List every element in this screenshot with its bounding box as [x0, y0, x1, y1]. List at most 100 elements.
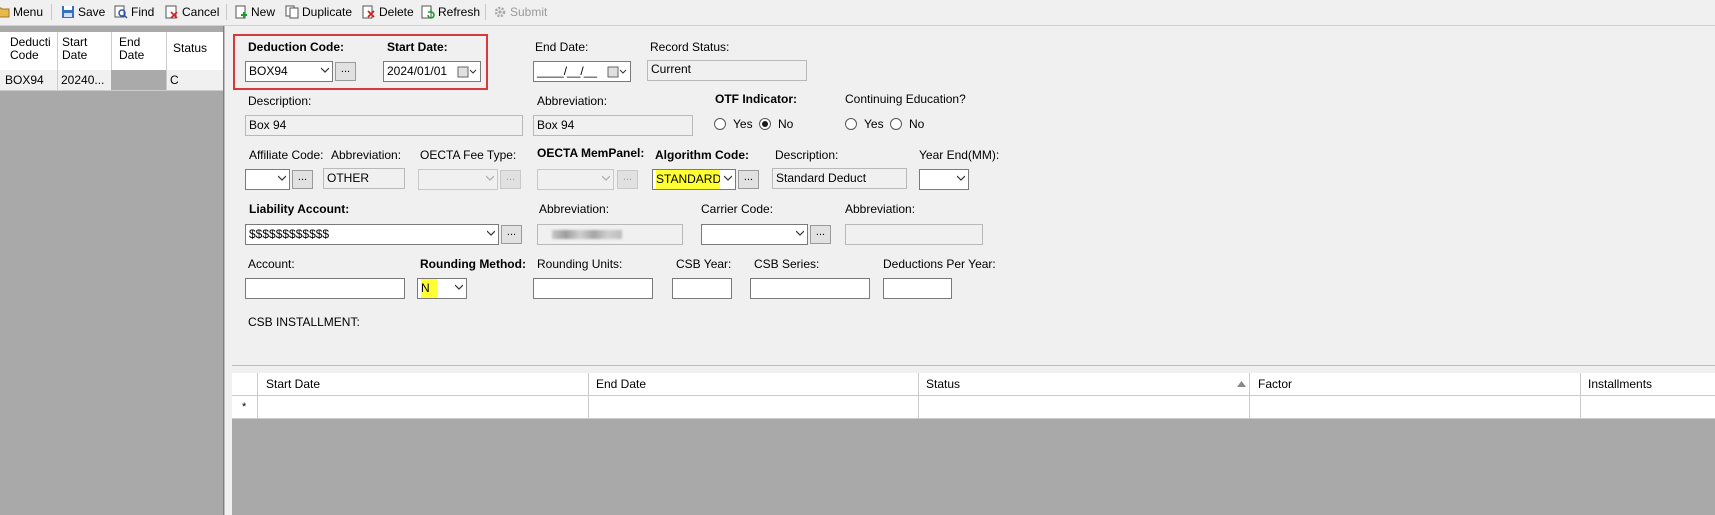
- column-divider: [166, 70, 167, 90]
- start-date-picker[interactable]: 2024/01/01: [383, 61, 481, 82]
- carrier-code-lookup-button[interactable]: ...: [810, 225, 831, 244]
- cell-status: C: [170, 73, 179, 87]
- folder-icon: [0, 7, 10, 18]
- deduction-code-select[interactable]: BOX94: [245, 61, 333, 82]
- toolbar: Menu Save Find Cancel New Duplicate Dele…: [0, 0, 1715, 26]
- otf-yes-label: Yes: [733, 117, 753, 131]
- algorithm-description-label: Description:: [775, 148, 839, 162]
- duplicate-button[interactable]: Duplicate: [285, 3, 352, 21]
- chevron-down-icon: [278, 175, 286, 181]
- description-label: Description:: [248, 94, 312, 108]
- new-button[interactable]: New: [234, 3, 275, 21]
- cell-start: 20240...: [61, 73, 105, 87]
- table-row[interactable]: BOX94 20240... C: [0, 70, 223, 91]
- column-divider: [257, 396, 258, 418]
- empty-cell: [111, 70, 167, 90]
- otf-no-radio[interactable]: [759, 118, 771, 130]
- rounding-method-select[interactable]: N: [417, 278, 467, 299]
- carrier-abbreviation-field: [845, 224, 983, 245]
- otf-yes-radio[interactable]: [714, 118, 726, 130]
- carrier-code-label: Carrier Code:: [701, 202, 774, 216]
- otf-indicator-label: OTF Indicator:: [715, 92, 797, 106]
- liability-abbreviation-label: Abbreviation:: [539, 202, 610, 216]
- liability-account-label: Liability Account:: [249, 202, 350, 216]
- algorithm-code-label: Algorithm Code:: [655, 148, 749, 162]
- csb-series-field[interactable]: [750, 278, 870, 299]
- deductions-per-year-field[interactable]: [883, 278, 952, 299]
- account-field[interactable]: [245, 278, 405, 299]
- col-header-deduction-code[interactable]: Deducti Code: [10, 36, 55, 62]
- affiliate-abbreviation-field: OTHER: [323, 168, 405, 189]
- liability-account-select[interactable]: $$$$$$$$$$$$: [245, 224, 499, 245]
- find-button[interactable]: Find: [114, 3, 154, 21]
- oecta-mempanel-label: OECTA MemPanel:: [537, 146, 645, 160]
- column-divider: [918, 373, 919, 395]
- oecta-fee-type-select[interactable]: [418, 169, 498, 190]
- col-header-factor[interactable]: Factor: [1258, 377, 1292, 391]
- deduction-code-lookup-button[interactable]: ...: [335, 62, 356, 81]
- liability-account-lookup-button[interactable]: ...: [501, 225, 522, 244]
- rounding-units-field[interactable]: [533, 278, 653, 299]
- abbreviation-field[interactable]: Box 94: [533, 115, 693, 136]
- new-row[interactable]: *: [232, 396, 1715, 419]
- col-header-start-date[interactable]: Start Date: [266, 377, 320, 391]
- delete-icon: [362, 5, 375, 19]
- toolbar-separator: [485, 4, 486, 20]
- oecta-fee-type-label: OECTA Fee Type:: [420, 148, 517, 162]
- continuing-education-no-radio[interactable]: [890, 118, 902, 130]
- save-button[interactable]: Save: [61, 3, 105, 21]
- cancel-button[interactable]: Cancel: [165, 3, 219, 21]
- record-list: Deducti Code Start Date End Date Status B…: [0, 26, 224, 515]
- col-header-status[interactable]: Status: [926, 377, 960, 391]
- year-end-select[interactable]: [919, 169, 969, 190]
- toolbar-separator: [51, 4, 52, 20]
- chevron-down-icon: [455, 284, 463, 290]
- rounding-units-label: Rounding Units:: [537, 257, 623, 271]
- installments-grid-header: Start Date End Date Status Factor Instal…: [232, 373, 1715, 396]
- account-label: Account:: [248, 257, 295, 271]
- menu-button[interactable]: Menu: [0, 3, 43, 21]
- new-document-icon: [235, 5, 247, 19]
- algorithm-description-field: Standard Deduct: [772, 168, 907, 189]
- oecta-mempanel-lookup-button[interactable]: ...: [617, 170, 638, 189]
- deduction-code-label: Deduction Code:: [248, 40, 344, 54]
- record-list-header: Deducti Code Start Date End Date Status: [0, 32, 223, 71]
- end-date-picker[interactable]: ____/__/__: [533, 61, 631, 82]
- installments-grid: Start Date End Date Status Factor Instal…: [232, 373, 1715, 515]
- delete-button[interactable]: Delete: [362, 3, 414, 21]
- affiliate-code-select[interactable]: [245, 169, 290, 190]
- cell-code: BOX94: [5, 73, 44, 87]
- save-icon: [62, 6, 74, 18]
- col-header-installments[interactable]: Installments: [1588, 377, 1652, 391]
- chevron-down-icon: [486, 175, 494, 181]
- algorithm-code-lookup-button[interactable]: ...: [738, 170, 759, 189]
- algorithm-code-select[interactable]: STANDARD: [652, 169, 736, 190]
- rounding-method-label: Rounding Method:: [420, 257, 526, 271]
- chevron-down-icon: [602, 175, 610, 181]
- csb-year-field[interactable]: [672, 278, 732, 299]
- submit-button[interactable]: Submit: [493, 3, 547, 21]
- col-header-start-date[interactable]: Start Date: [62, 36, 107, 62]
- description-field[interactable]: Box 94: [245, 115, 523, 136]
- col-header-end-date[interactable]: End Date: [596, 377, 646, 391]
- start-date-label: Start Date:: [387, 40, 448, 54]
- calendar-icon: [607, 66, 627, 78]
- chevron-down-icon: [724, 175, 732, 181]
- column-divider: [111, 32, 112, 70]
- affiliate-code-lookup-button[interactable]: ...: [292, 170, 313, 189]
- otf-no-label: No: [778, 117, 794, 131]
- continuing-education-yes-radio[interactable]: [845, 118, 857, 130]
- oecta-fee-type-lookup-button[interactable]: ...: [500, 170, 521, 189]
- carrier-code-select[interactable]: [701, 224, 808, 245]
- oecta-mempanel-select[interactable]: [537, 169, 614, 190]
- col-header-status[interactable]: Status: [173, 42, 207, 55]
- continuing-education-no-label: No: [909, 117, 925, 131]
- column-divider: [588, 373, 589, 395]
- refresh-button[interactable]: Refresh: [421, 3, 480, 21]
- find-icon: [114, 5, 128, 19]
- column-divider: [588, 396, 589, 418]
- col-header-end-date[interactable]: End Date: [119, 36, 159, 62]
- column-divider: [257, 373, 258, 395]
- refresh-icon: [421, 5, 435, 19]
- column-divider: [1249, 373, 1250, 395]
